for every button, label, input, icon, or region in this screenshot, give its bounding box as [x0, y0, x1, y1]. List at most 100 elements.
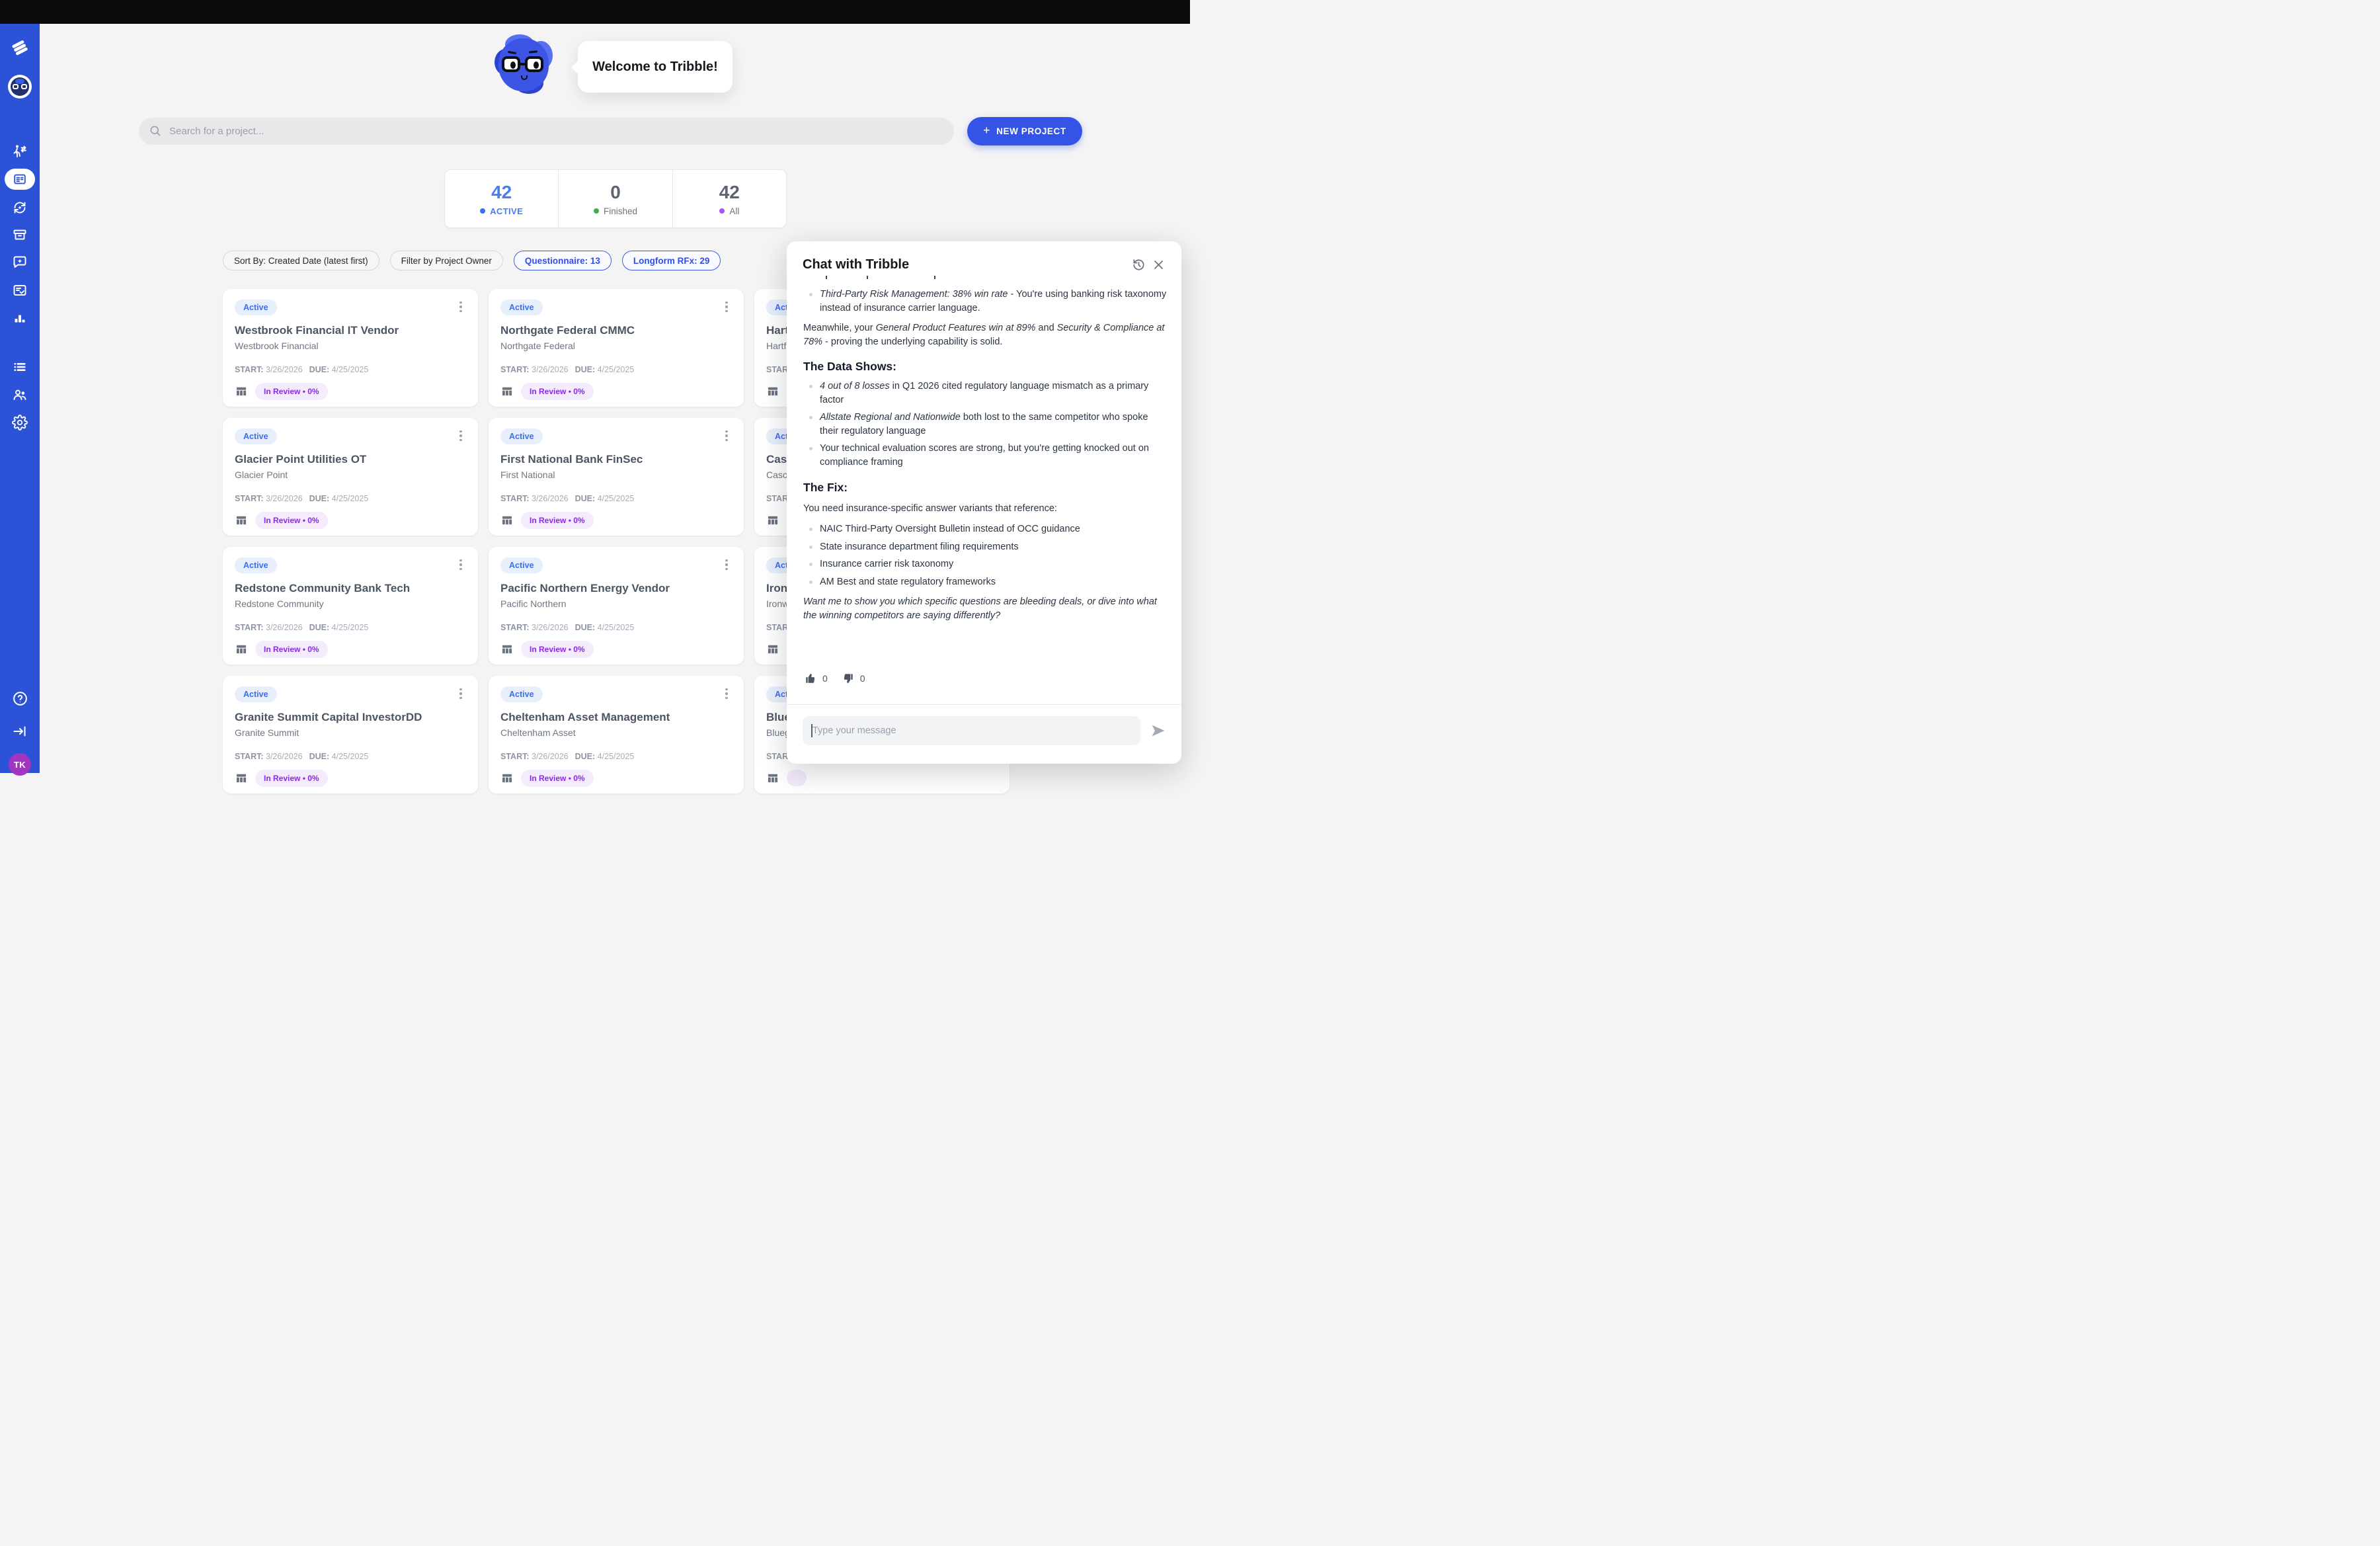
card-dates: START: 3/26/2026DUE: 4/25/2025: [500, 494, 732, 503]
sort-by-chip[interactable]: Sort By: Created Date (latest first): [223, 251, 379, 270]
all-dot: [719, 208, 725, 214]
card-title: Granite Summit Capital InvestorDD: [235, 711, 466, 724]
card-menu-button[interactable]: [454, 300, 467, 314]
stat-all[interactable]: 42 All: [672, 170, 786, 227]
search-input[interactable]: [139, 118, 954, 145]
card-title: Westbrook Financial IT Vendor: [235, 324, 466, 337]
top-bar: [0, 0, 1190, 24]
card-subtitle: Granite Summit: [235, 727, 466, 738]
thumbs-up-count: 0: [822, 673, 828, 684]
project-card[interactable]: Active Pacific Northern Energy Vendor Pa…: [489, 547, 744, 665]
table-icon: [500, 514, 514, 527]
project-card[interactable]: Active Redstone Community Bank Tech Reds…: [223, 547, 478, 665]
project-card[interactable]: Active Glacier Point Utilities OT Glacie…: [223, 418, 478, 536]
card-menu-button[interactable]: [720, 428, 733, 443]
project-card[interactable]: Active Cheltenham Asset Management Chelt…: [489, 676, 744, 793]
progress-badge: In Review • 0%: [521, 383, 594, 400]
logout-icon[interactable]: [0, 718, 40, 745]
chat-bullet-item: AM Best and state regulatory frameworks: [820, 575, 1168, 589]
card-footer: [766, 770, 998, 786]
sidebar-item-projects-active[interactable]: [5, 169, 35, 190]
status-badge: Active: [500, 428, 543, 444]
longform-rfx-chip[interactable]: Longform RFx: 29: [622, 251, 721, 270]
progress-badge: In Review • 0%: [255, 770, 328, 787]
help-icon[interactable]: [0, 685, 40, 712]
progress-badge: In Review • 0%: [255, 641, 328, 658]
new-project-button[interactable]: + NEW PROJECT: [967, 117, 1082, 145]
chat-bullet-item: NAIC Third-Party Oversight Bulletin inst…: [820, 522, 1168, 536]
active-dot: [480, 208, 485, 214]
project-card[interactable]: Active Westbrook Financial IT Vendor Wes…: [223, 289, 478, 407]
stat-active-label: ACTIVE: [490, 206, 523, 216]
card-dates: START: 3/26/2026DUE: 4/25/2025: [235, 752, 466, 761]
send-icon[interactable]: [1150, 722, 1167, 739]
card-dates: START: 3/26/2026DUE: 4/25/2025: [235, 623, 466, 632]
status-badge: Active: [500, 300, 543, 315]
filter-owner-chip[interactable]: Filter by Project Owner: [390, 251, 503, 270]
card-subtitle: Westbrook Financial: [235, 341, 466, 351]
sidebar-item-chat[interactable]: [0, 249, 40, 275]
sidebar-item-team[interactable]: [0, 382, 40, 408]
status-badge: Active: [235, 300, 277, 315]
card-menu-button[interactable]: [454, 428, 467, 443]
thumbs-up-button[interactable]: 0: [805, 672, 828, 684]
status-badge: Active: [235, 686, 277, 702]
table-icon: [766, 643, 779, 656]
mascot-glasses: [502, 56, 543, 72]
tribble-avatar-icon[interactable]: [0, 73, 40, 100]
sidebar-item-queue[interactable]: [0, 354, 40, 380]
sidebar-item-archive[interactable]: [0, 222, 40, 248]
chat-history-icon[interactable]: [1129, 255, 1148, 274]
scrolled-text-remnant: [803, 276, 1168, 280]
card-menu-button[interactable]: [454, 557, 467, 572]
card-title: First National Bank FinSec: [500, 453, 732, 466]
card-menu-button[interactable]: [720, 557, 733, 572]
chat-bullet-item: Third-Party Risk Management: 38% win rat…: [820, 288, 1168, 315]
welcome-speech-bubble: Welcome to Tribble!: [578, 41, 733, 93]
stat-finished[interactable]: 0 Finished: [558, 170, 672, 227]
tribble-logo-icon[interactable]: [0, 34, 40, 61]
chat-close-icon[interactable]: [1148, 255, 1168, 274]
card-title: Northgate Federal CMMC: [500, 324, 732, 337]
progress-badge: In Review • 0%: [521, 641, 594, 658]
card-dates: START: 3/26/2026DUE: 4/25/2025: [235, 365, 466, 374]
card-menu-button[interactable]: [454, 686, 467, 701]
table-icon: [766, 772, 779, 785]
chat-header: Chat with Tribble: [803, 255, 1168, 274]
sidebar-item-analytics[interactable]: [0, 305, 40, 331]
card-footer: In Review • 0%: [235, 383, 466, 400]
user-avatar[interactable]: TK: [0, 751, 40, 778]
chat-divider: [787, 704, 1181, 705]
card-footer: In Review • 0%: [235, 641, 466, 658]
card-dates: START: 3/26/2026DUE: 4/25/2025: [500, 623, 732, 632]
thumbs-down-count: 0: [860, 673, 865, 684]
sidebar-item-settings[interactable]: [0, 409, 40, 436]
project-card[interactable]: Active Northgate Federal CMMC Northgate …: [489, 289, 744, 407]
card-menu-button[interactable]: [720, 300, 733, 314]
card-footer: In Review • 0%: [235, 770, 466, 787]
progress-badge: [787, 770, 807, 786]
questionnaire-chip[interactable]: Questionnaire: 13: [514, 251, 612, 270]
project-card[interactable]: Active First National Bank FinSec First …: [489, 418, 744, 536]
sidebar-item-review-list[interactable]: [0, 277, 40, 304]
stat-finished-value: 0: [610, 182, 621, 203]
status-badge: Active: [500, 557, 543, 573]
card-dates: START: 3/26/2026DUE: 4/25/2025: [500, 365, 732, 374]
sidebar: TK: [0, 24, 40, 773]
chat-body: Third-Party Risk Management: 38% win rat…: [803, 276, 1168, 672]
status-badge: Active: [235, 428, 277, 444]
sidebar-item-handoff[interactable]: [0, 138, 40, 165]
stat-all-label: All: [729, 206, 739, 216]
project-card[interactable]: Active Granite Summit Capital InvestorDD…: [223, 676, 478, 793]
card-menu-button[interactable]: [720, 686, 733, 701]
thumbs-down-button[interactable]: 0: [842, 672, 865, 684]
sidebar-item-sync[interactable]: [0, 194, 40, 221]
card-subtitle: Northgate Federal: [500, 341, 732, 351]
stat-active[interactable]: 42 ACTIVE: [445, 170, 558, 227]
user-initials: TK: [9, 753, 31, 776]
table-icon: [235, 772, 248, 785]
chat-message-input[interactable]: [803, 716, 1140, 745]
table-icon: [235, 643, 248, 656]
chat-bullet-item: Allstate Regional and Nationwide both lo…: [820, 411, 1168, 438]
chat-paragraph: Meanwhile, your General Product Features…: [803, 321, 1168, 348]
